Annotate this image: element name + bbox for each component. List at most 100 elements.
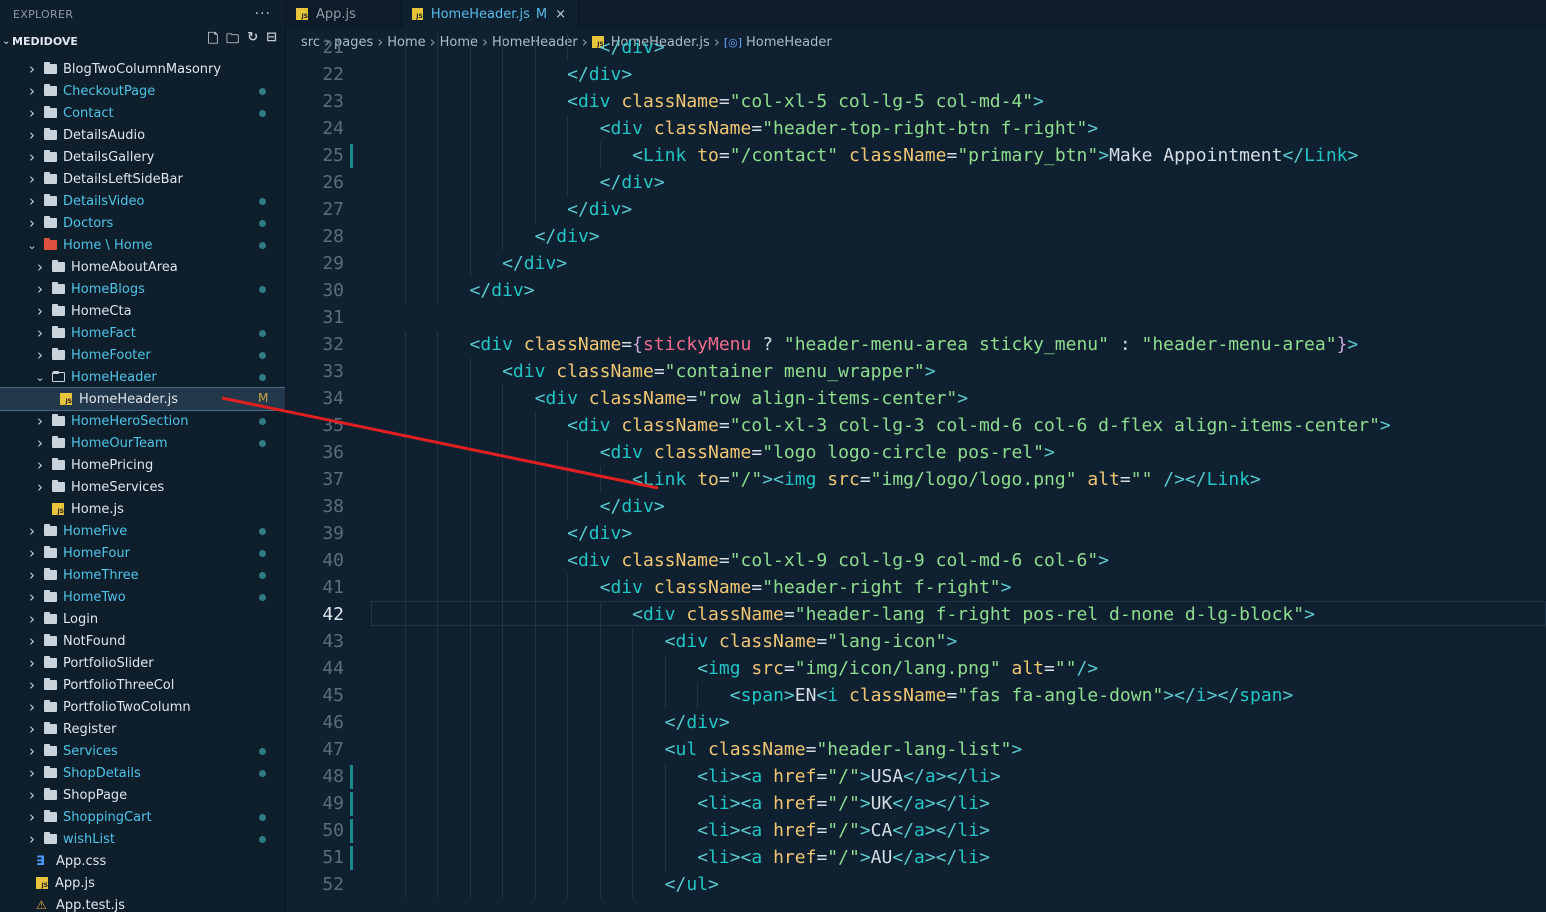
tree-item[interactable]: › HomePricing (0, 454, 285, 476)
tree-item[interactable]: › Register (0, 718, 285, 740)
code-line[interactable]: 33 <div className="container menu_wrapper… (286, 358, 1546, 385)
code-line[interactable]: 38 </div> (286, 493, 1546, 520)
indent-guide (469, 493, 471, 520)
tree-item[interactable]: ⌄ Home \ Home (0, 234, 285, 256)
tree-item[interactable]: › HomeHeroSection (0, 410, 285, 432)
tree-item[interactable]: › ShopPage (0, 784, 285, 806)
tree-item[interactable]: › HomeFive (0, 520, 285, 542)
code-token: li (708, 793, 730, 814)
code-text: </div> (567, 520, 632, 547)
tree-item[interactable]: › HomeThree (0, 564, 285, 586)
code-editor[interactable]: 21 </div> 22 </div> 23 <div className="col-xl… (286, 34, 1546, 912)
tree-item[interactable]: › DetailsVideo (0, 190, 285, 212)
new-file-icon[interactable]: 🗋 (208, 30, 218, 52)
tree-item[interactable]: › ShoppingCart (0, 806, 285, 828)
line-number: 38 (322, 496, 344, 517)
tree-item[interactable]: › HomeAboutArea (0, 256, 285, 278)
tree-item[interactable]: › HomeFour (0, 542, 285, 564)
indent-guide (632, 844, 634, 871)
code-line[interactable]: 22 </div> (286, 61, 1546, 88)
code-line[interactable]: 40 <div className="col-xl-9 col-lg-9 col-… (286, 547, 1546, 574)
close-icon[interactable]: × (555, 7, 566, 22)
code-line[interactable]: 27 </div> (286, 196, 1546, 223)
code-line[interactable]: 32 <div className={stickyMenu ? "header-m… (286, 331, 1546, 358)
code-line[interactable]: 48 <li><a href="/">USA</a></li> (286, 763, 1546, 790)
tree-item[interactable]: › Doctors (0, 212, 285, 234)
code-line[interactable]: 50 <li><a href="/">CA</a></li> (286, 817, 1546, 844)
code-line[interactable]: 45 <span>EN<i className="fas fa-angle-dow… (286, 682, 1546, 709)
tree-item[interactable]: › HomeCta (0, 300, 285, 322)
refresh-icon[interactable]: ↻ (247, 30, 258, 52)
tree-item[interactable]: › Contact (0, 102, 285, 124)
project-root[interactable]: ⌄ MEDIDOVE 🗋 🗀 ↻ ⊟ (0, 28, 285, 54)
tree-item[interactable]: › HomeServices (0, 476, 285, 498)
code-line[interactable]: 23 <div className="col-xl-5 col-lg-5 col-… (286, 88, 1546, 115)
code-line[interactable]: 36 <div className="logo logo-circle pos-r… (286, 439, 1546, 466)
tree-item[interactable]: › Services (0, 740, 285, 762)
indent-guide (534, 871, 536, 898)
indent-guide (632, 763, 634, 790)
test-file-icon: ⚠ (36, 898, 47, 912)
tree-item[interactable]: ⌄ HomeHeader (0, 366, 285, 388)
line-number: 43 (322, 631, 344, 652)
tree-item[interactable]: › PortfolioSlider (0, 652, 285, 674)
tree-item[interactable]: ⚠ App.test.js (0, 894, 285, 912)
code-line[interactable]: 42 <div className="header-lang f-right po… (286, 601, 1546, 628)
code-token: > (783, 685, 795, 706)
tree-item[interactable]: › DetailsGallery (0, 146, 285, 168)
code-line[interactable]: 25 <Link to="/contact" className="primary… (286, 142, 1546, 169)
tree-item[interactable]: JS Home.js (0, 498, 285, 520)
tree-item[interactable]: › NotFound (0, 630, 285, 652)
code-line[interactable]: 35 <div className="col-xl-3 col-lg-3 col-… (286, 412, 1546, 439)
tab-active[interactable]: JS HomeHeader.js M × (402, 0, 579, 28)
tree-item[interactable]: › CheckoutPage (0, 80, 285, 102)
tree-item[interactable]: JS App.js (0, 872, 285, 894)
code-token: > (523, 280, 535, 301)
indent-guide (502, 412, 504, 439)
code-line[interactable]: 34 <div className="row align-items-center… (286, 385, 1546, 412)
collapse-all-icon[interactable]: ⊟ (266, 30, 277, 52)
code-line[interactable]: 28 </div> (286, 223, 1546, 250)
tree-item[interactable]: › DetailsAudio (0, 124, 285, 146)
code-line[interactable]: 29 </div> (286, 250, 1546, 277)
code-line[interactable]: 52 </ul> (286, 871, 1546, 898)
tab[interactable]: JS App.js (286, 0, 402, 28)
tree-item[interactable]: ∃ App.css (0, 850, 285, 872)
code-line[interactable]: 31 (286, 304, 1546, 331)
tree-item[interactable]: › PortfolioTwoColumn (0, 696, 285, 718)
tree-item[interactable]: › HomeOurTeam (0, 432, 285, 454)
tree-item[interactable]: › wishList (0, 828, 285, 850)
line-number: 23 (322, 91, 344, 112)
tree-item[interactable]: › HomeBlogs (0, 278, 285, 300)
code-line[interactable]: 30 </div> (286, 277, 1546, 304)
code-line[interactable]: 26 </div> (286, 169, 1546, 196)
tree-item[interactable]: › PortfolioThreeCol (0, 674, 285, 696)
code-token: > (946, 631, 958, 652)
code-line[interactable]: 49 <li><a href="/">UK</a></li> (286, 790, 1546, 817)
more-actions-icon[interactable]: ··· (255, 6, 271, 22)
tree-item[interactable]: › Login (0, 608, 285, 630)
tree-item[interactable]: › HomeFact (0, 322, 285, 344)
code-line[interactable]: 41 <div className="header-right f-right"> (286, 574, 1546, 601)
indent-guide (567, 574, 569, 601)
tree-item[interactable]: JS HomeHeader.js M (0, 387, 285, 411)
code-line[interactable]: 39 </div> (286, 520, 1546, 547)
code-token: > (653, 37, 665, 58)
new-folder-icon[interactable]: 🗀 (226, 30, 239, 52)
code-line[interactable]: 37 <Link to="/"><img src="img/logo/logo.p… (286, 466, 1546, 493)
chevron-right-icon: › (29, 588, 35, 606)
code-line[interactable]: 51 <li><a href="/">AU</a></li> (286, 844, 1546, 871)
code-line[interactable]: 43 <div className="lang-icon"> (286, 628, 1546, 655)
tree-item[interactable]: › HomeTwo (0, 586, 285, 608)
indent-guide (469, 412, 471, 439)
code-line[interactable]: 46 </div> (286, 709, 1546, 736)
tree-item[interactable]: › HomeFooter (0, 344, 285, 366)
tree-item[interactable]: › BlogTwoColumnMasonry (0, 58, 285, 80)
tree-item[interactable]: › ShopDetails (0, 762, 285, 784)
code-line[interactable]: 24 <div className="header-top-right-btn f… (286, 115, 1546, 142)
code-line[interactable]: 21 </div> (286, 34, 1546, 61)
tree-item[interactable]: › DetailsLeftSideBar (0, 168, 285, 190)
code-line[interactable]: 44 <img src="img/icon/lang.png" alt=""/> (286, 655, 1546, 682)
code-line[interactable]: 47 <ul className="header-lang-list"> (286, 736, 1546, 763)
